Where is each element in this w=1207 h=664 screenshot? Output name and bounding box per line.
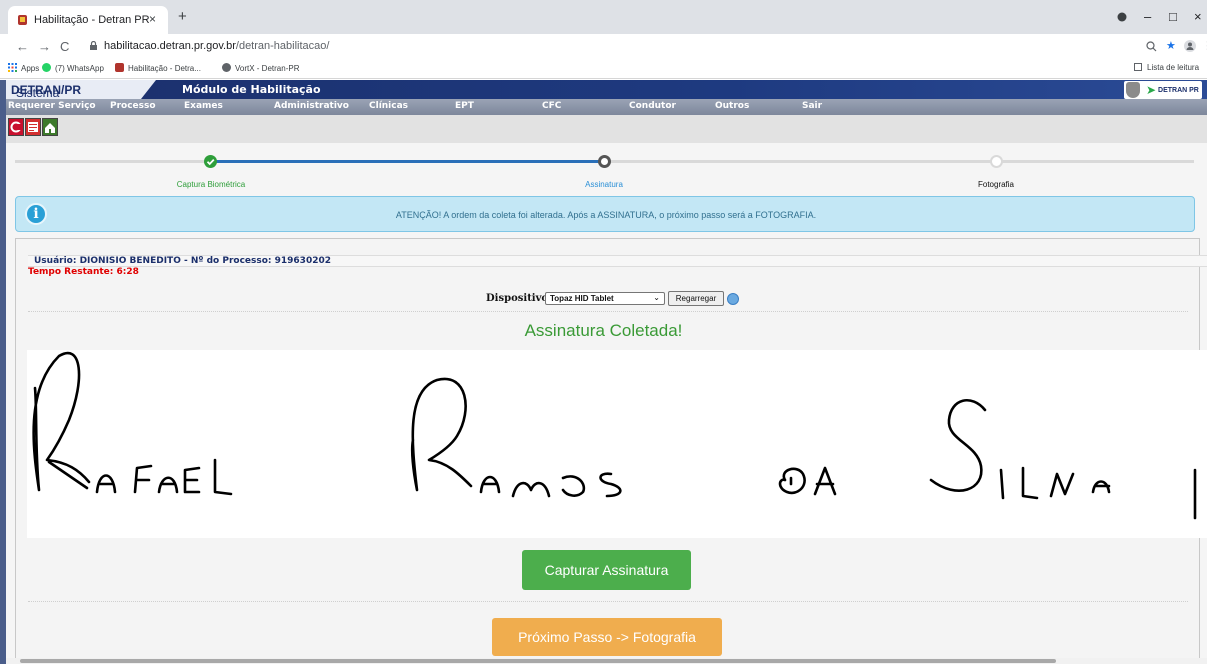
signature-strokes [32,351,1197,520]
detran-logo-text: ➤ DETRAN PR [1146,83,1199,97]
menu-condutor[interactable]: Condutor [629,101,676,111]
chevron-down-icon: ⌄ [653,293,660,302]
separator [28,311,1188,312]
menu-exames[interactable]: Exames [184,101,223,111]
alert-text: ATENÇÃO! A ordem da coleta foi alterada.… [395,210,817,220]
back-arrow-icon[interactable]: ← [16,39,29,54]
home-shortcut-icon[interactable] [42,118,58,136]
bookmarks-bar: Apps (7) WhatsApp Habilitação - Detra...… [0,59,1207,79]
next-step-photo-button[interactable]: Próximo Passo -> Fotografia [492,618,722,656]
scrollbar-thumb[interactable] [20,659,1056,663]
device-selected-value: Topaz HID Tablet [550,294,614,303]
process-info-row: Usuário: DIONISIO BENEDITO - Nº do Proce… [28,255,1207,267]
bookmark-star-icon[interactable]: ★ [1166,39,1176,52]
bookmark-vortx[interactable]: VortX - Detran-PR [222,63,299,73]
menu-requerer-servico[interactable]: Requerer Serviço [8,101,96,111]
tab-close-icon[interactable]: × [149,12,156,26]
address-bar[interactable]: habilitacao.detran.pr.gov.br/detran-habi… [90,38,1130,56]
stepper-track-start [15,160,211,163]
step-captura-node [204,155,217,168]
kebab-menu-icon[interactable]: ⋮ [1202,39,1207,52]
minimize-button[interactable]: – [1144,9,1151,24]
detran-favicon-icon [18,15,27,25]
reading-list-icon [1134,63,1142,71]
url-text: habilitacao.detran.pr.gov.br/detran-habi… [104,40,329,52]
capture-signature-button[interactable]: Capturar Assinatura [522,550,691,590]
whatsapp-icon [42,63,51,72]
menu-outros[interactable]: Outros [715,101,749,111]
menu-cfc[interactable]: CFC [542,101,561,111]
detran-logo: ➤ DETRAN PR [1124,81,1202,99]
signature-canvas[interactable] [27,350,1207,538]
forward-arrow-icon[interactable]: → [38,39,51,54]
menu-ept[interactable]: EPT [455,101,474,111]
bookmark-habilitacao-label: Habilitação - Detra... [128,64,201,73]
device-row: Dispositivo: Topaz HID Tablet ⌄ Regarreg… [0,291,1207,307]
menu-clinicas[interactable]: Clínicas [369,101,408,111]
bookmark-vortx-label: VortX - Detran-PR [235,64,300,73]
bookmark-whatsapp[interactable]: (7) WhatsApp [42,63,104,73]
zoom-icon[interactable] [1146,41,1157,52]
detran-favicon-icon [115,63,124,72]
app-header: Sistema DETRAN/PR Módulo de Habilitação … [6,80,1207,99]
bookmark-whatsapp-label: (7) WhatsApp [55,64,104,73]
lock-icon [90,41,97,50]
step-assinatura-node [598,155,611,168]
quick-actions-bar [6,115,1207,143]
reload-icon[interactable]: C [60,39,69,54]
bookmark-habilitacao[interactable]: Habilitação - Detra... [115,63,201,73]
url-path: /detran-habilitacao/ [235,40,330,52]
account-icon[interactable] [1184,40,1196,52]
step-fotografia-node [990,155,1003,168]
reload-device-button[interactable]: Regarregar [668,291,724,306]
step-assinatura-label: Assinatura [585,180,623,189]
maximize-button[interactable]: □ [1169,9,1177,24]
bookmark-apps[interactable]: Apps [8,63,39,73]
signature-status: Assinatura Coletada! [524,321,683,340]
globe-icon [222,63,231,72]
separator [28,601,1188,602]
device-label: Dispositivo: [486,293,552,304]
step-captura-label: Captura Biométrica [176,180,246,189]
stepper-track-done [211,160,604,163]
document-shortcut-icon[interactable] [25,118,41,136]
close-window-button[interactable]: × [1194,9,1202,24]
detran-logo-label: DETRAN PR [1158,87,1199,94]
profile-record-icon[interactable] [1117,12,1127,22]
reading-list-label: Lista de leitura [1147,63,1200,72]
horizontal-scrollbar[interactable] [6,658,1207,664]
device-select[interactable]: Topaz HID Tablet ⌄ [545,292,665,305]
browser-tab[interactable]: Habilitação - Detran PR × [8,6,168,34]
system-title: Sistema DETRAN/PR [6,80,156,99]
calendar-shortcut-icon[interactable] [8,118,24,136]
menu-sair[interactable]: Sair [802,101,822,111]
system-title-prefix: Sistema [16,86,60,100]
user-process-text: Usuário: DIONISIO BENEDITO - Nº do Proce… [34,256,331,266]
time-remaining: Tempo Restante: 6:28 [28,267,139,277]
tab-title: Habilitação - Detran PR [34,14,150,26]
reading-list[interactable]: Lista de leitura [1134,63,1199,72]
stepper-track-pending [604,160,1194,163]
device-info-icon[interactable] [727,293,739,305]
new-tab-button[interactable]: + [178,8,187,25]
step-fotografia-label: Fotografia [977,180,1015,189]
coat-of-arms-icon [1126,82,1140,98]
check-icon [206,158,215,166]
info-alert: i ATENÇÃO! A ordem da coleta foi alterad… [15,196,1195,232]
main-menu: Requerer Serviço Processo Exames Adminis… [6,99,1207,115]
url-host: habilitacao.detran.pr.gov.br [104,40,236,52]
apps-grid-icon [8,63,17,72]
module-title: Módulo de Habilitação [182,83,321,96]
menu-administrativo[interactable]: Administrativo [274,101,349,111]
browser-tabstrip: Habilitação - Detran PR × + – □ × [0,0,1207,34]
menu-processo[interactable]: Processo [110,101,156,111]
bookmark-apps-label: Apps [21,64,40,73]
browser-toolbar: ← → C habilitacao.detran.pr.gov.br/detra… [0,34,1207,59]
